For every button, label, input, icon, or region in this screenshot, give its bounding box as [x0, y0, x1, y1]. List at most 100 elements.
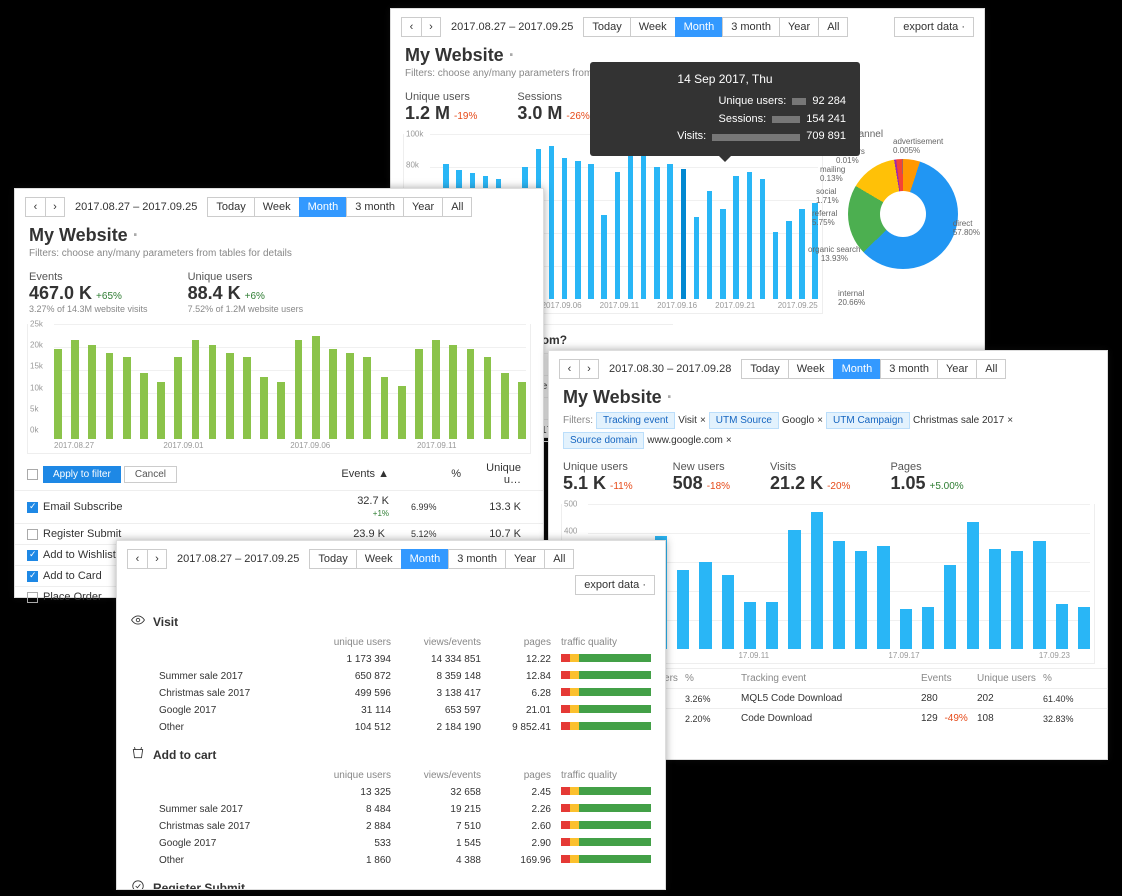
period-month[interactable]: Month [675, 17, 723, 37]
table-row[interactable]: Email Subscribe 32.7 K +1% 6.99% 13.3 K [15, 490, 543, 523]
period-today[interactable]: Today [207, 197, 253, 217]
donut-chart[interactable] [848, 159, 958, 269]
bar[interactable] [677, 570, 689, 649]
next-button[interactable]: › [147, 549, 167, 569]
bar[interactable] [123, 357, 131, 439]
chip[interactable]: Source domain [563, 432, 644, 449]
period-year[interactable]: Year [403, 197, 442, 217]
bar[interactable] [667, 164, 672, 299]
bar[interactable] [549, 146, 554, 299]
period-all[interactable]: All [976, 359, 1006, 379]
bar[interactable] [855, 551, 867, 649]
bar[interactable] [788, 530, 800, 649]
bar[interactable] [588, 164, 593, 299]
table-row[interactable]: Google 20175331 5452.90 [117, 835, 665, 852]
bar[interactable] [694, 217, 699, 300]
period-week[interactable]: Week [356, 549, 401, 569]
checkbox[interactable] [27, 502, 38, 513]
checkbox[interactable] [27, 529, 38, 540]
bar[interactable] [760, 179, 765, 299]
bar[interactable] [628, 155, 633, 299]
cancel-button[interactable]: Cancel [124, 466, 177, 483]
section-title[interactable]: Visit [117, 603, 665, 634]
chip[interactable]: Tracking event [596, 412, 675, 429]
table-row[interactable]: Summer sale 2017650 8728 359 14812.84 [117, 668, 665, 685]
bar[interactable] [192, 340, 200, 439]
bar[interactable] [799, 209, 804, 299]
bar[interactable] [174, 357, 182, 439]
bar[interactable] [140, 373, 148, 439]
chip[interactable]: UTM Source [709, 412, 779, 429]
table-row[interactable]: Other1 8604 388169.96 [117, 852, 665, 869]
bar[interactable] [312, 336, 320, 439]
period-today[interactable]: Today [309, 549, 355, 569]
period-week[interactable]: Week [788, 359, 833, 379]
period-3month[interactable]: 3 month [346, 197, 403, 217]
period-month[interactable]: Month [299, 197, 347, 217]
prev-button[interactable]: ‹ [559, 359, 579, 379]
bar[interactable] [944, 565, 956, 649]
bar[interactable] [699, 562, 711, 649]
bar[interactable] [1011, 551, 1023, 649]
bar[interactable] [811, 512, 823, 649]
bar[interactable] [833, 541, 845, 649]
period-3month[interactable]: 3 month [880, 359, 937, 379]
bar[interactable] [106, 353, 114, 439]
bar[interactable] [877, 546, 889, 649]
checkbox[interactable] [27, 571, 38, 582]
bar[interactable] [747, 172, 752, 300]
bar[interactable] [295, 340, 303, 439]
period-year[interactable]: Year [937, 359, 976, 379]
checkbox-all[interactable] [27, 469, 38, 480]
prev-button[interactable]: ‹ [127, 549, 147, 569]
bar[interactable] [54, 349, 62, 439]
chip-remove[interactable]: × [700, 415, 706, 426]
events-bar-chart[interactable]: 25k20k15k10k5k0k 2017.08.272017.09.01201… [27, 324, 531, 454]
checkbox[interactable] [27, 592, 38, 603]
bar[interactable] [641, 149, 646, 299]
period-all[interactable]: All [442, 197, 472, 217]
prev-button[interactable]: ‹ [25, 197, 45, 217]
bar[interactable] [518, 382, 526, 440]
period-week[interactable]: Week [630, 17, 675, 37]
bar[interactable] [209, 345, 217, 439]
chip-remove[interactable]: × [726, 435, 732, 446]
date-range[interactable]: 2017.08.27 – 2017.09.25 [173, 553, 303, 565]
table-row[interactable]: Google 201731 114653 59721.01 [117, 702, 665, 719]
table-row[interactable]: Christmas sale 2017499 5963 138 4176.28 [117, 685, 665, 702]
export-button[interactable]: export data · [894, 17, 974, 37]
next-button[interactable]: › [579, 359, 599, 379]
period-month[interactable]: Month [833, 359, 881, 379]
date-range[interactable]: 2017.08.27 – 2017.09.25 [447, 21, 577, 33]
bar[interactable] [654, 167, 659, 299]
period-year[interactable]: Year [779, 17, 818, 37]
bar[interactable] [449, 345, 457, 439]
bar[interactable] [415, 349, 423, 439]
table-row[interactable]: Christmas sale 20172 8847 5102.60 [117, 818, 665, 835]
bar[interactable] [707, 191, 712, 299]
bar[interactable] [900, 609, 912, 649]
next-button[interactable]: › [421, 17, 441, 37]
period-3month[interactable]: 3 month [722, 17, 779, 37]
bar[interactable] [766, 602, 778, 649]
bar[interactable] [681, 169, 686, 300]
section-title[interactable]: Add to cart [117, 736, 665, 767]
period-today[interactable]: Today [741, 359, 787, 379]
bar[interactable] [720, 209, 725, 299]
bar[interactable] [722, 575, 734, 649]
chip[interactable]: UTM Campaign [826, 412, 910, 429]
period-all[interactable]: All [818, 17, 848, 37]
apply-filter-button[interactable]: Apply to filter [43, 466, 121, 483]
period-3month[interactable]: 3 month [448, 549, 505, 569]
bar[interactable] [562, 158, 567, 299]
bar[interactable] [575, 161, 580, 299]
bar[interactable] [615, 172, 620, 300]
bar[interactable] [601, 215, 606, 299]
bar[interactable] [260, 377, 268, 439]
checkbox[interactable] [27, 550, 38, 561]
bar[interactable] [484, 357, 492, 439]
bar[interactable] [71, 340, 79, 439]
date-range[interactable]: 2017.08.27 – 2017.09.25 [71, 201, 201, 213]
bar[interactable] [1078, 607, 1090, 649]
bar[interactable] [346, 353, 354, 439]
